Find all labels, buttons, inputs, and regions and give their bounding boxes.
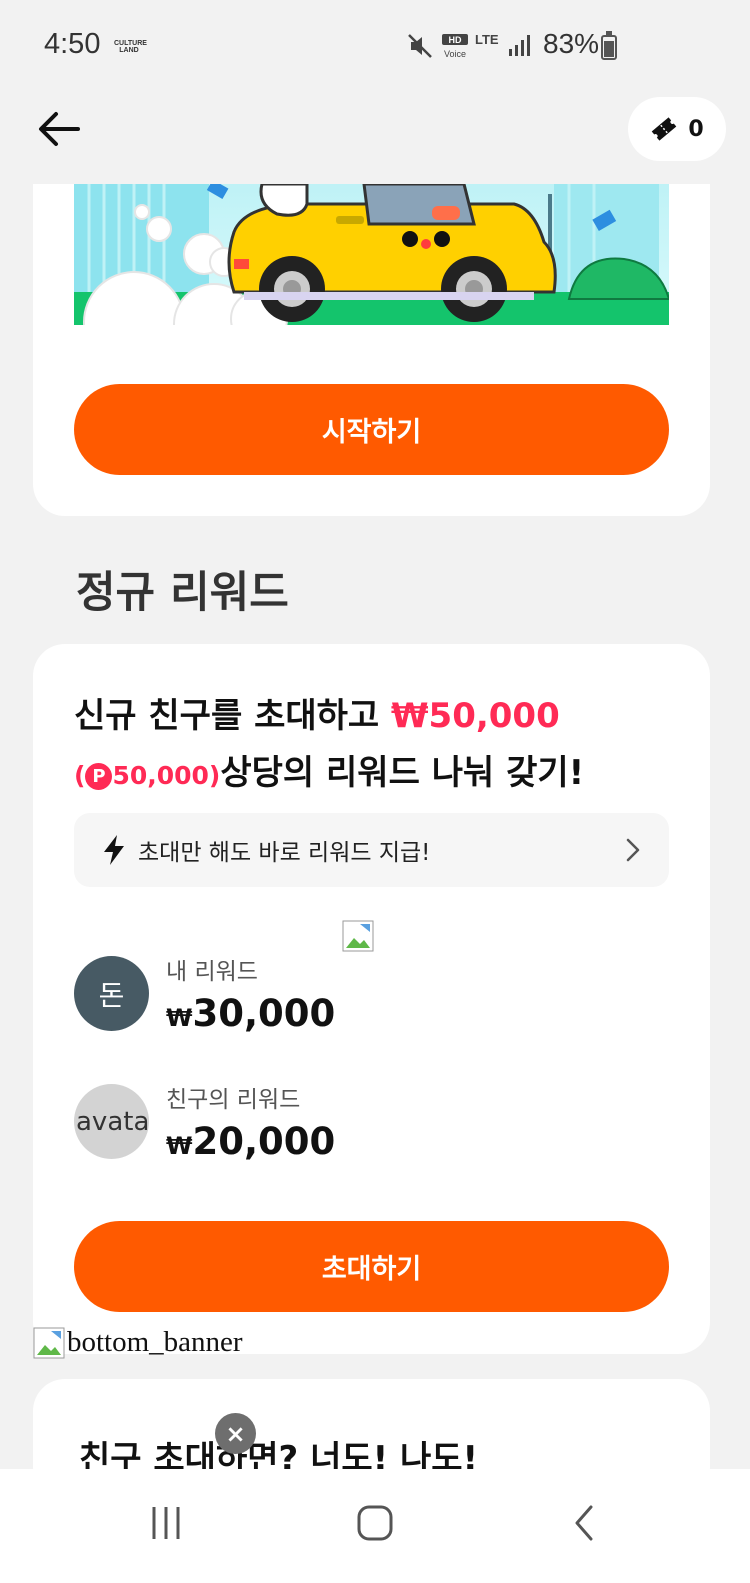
friend-reward-label: 친구의 리워드	[166, 1087, 301, 1113]
friend-reward-amount-group: ₩20,000	[166, 1120, 335, 1163]
point-amount-group: (P 50,000)	[74, 761, 220, 790]
my-currency: ₩	[166, 1004, 193, 1032]
signal-icon	[509, 35, 530, 56]
friend-avatar-alt: avatar	[76, 1106, 149, 1137]
back-button[interactable]	[34, 104, 84, 154]
app-indicator: CULTURE LAND	[114, 40, 147, 54]
my-avatar: 돈	[74, 956, 149, 1031]
invite-button[interactable]: 초대하기	[74, 1221, 669, 1312]
my-reward-label: 내 리워드	[166, 959, 258, 985]
battery-icon	[601, 31, 617, 60]
status-bar: 4:50 CULTURE LAND HD Voice LTE 83%	[0, 0, 750, 92]
headline-suffix: 상당의 리워드 나눠 갖기!	[220, 753, 585, 793]
broken-image-icon	[342, 920, 374, 952]
reward-headline: 신규 친구를 초대하고 ₩50,000 (P 50,000)상당의 리워드 나눠 …	[74, 688, 674, 804]
nav-back-icon	[575, 1505, 593, 1541]
bottom-banner[interactable]: bottom_banner	[33, 1326, 243, 1359]
broken-image-icon	[33, 1327, 65, 1358]
friend-avatar: avatar	[74, 1084, 149, 1159]
nav-home-icon	[357, 1505, 393, 1541]
friend-currency: ₩	[166, 1132, 193, 1160]
info-text: 초대만 해도 바로 리워드 지급!	[138, 840, 431, 866]
back-arrow-icon	[39, 112, 80, 146]
my-reward-amount: 30,000	[192, 992, 336, 1035]
start-button[interactable]: 시작하기	[74, 384, 669, 475]
my-reward-amount-group: ₩30,000	[166, 992, 335, 1035]
bottom-banner-alt: bottom_banner	[67, 1326, 243, 1358]
network-type: LTE	[475, 32, 499, 47]
point-open: (	[74, 761, 86, 790]
chevron-right-icon	[626, 838, 640, 862]
status-time: 4:50	[44, 28, 101, 60]
point-icon: P	[85, 763, 113, 790]
reward-card: 신규 친구를 초대하고 ₩50,000 (P 50,000)상당의 리워드 나눠 …	[33, 644, 710, 1354]
ticket-icon	[652, 117, 677, 141]
system-nav-bar	[0, 1469, 750, 1583]
svg-text:HD: HD	[449, 35, 462, 45]
event-card: 시작하기	[33, 184, 710, 516]
close-banner-button[interactable]: ×	[215, 1413, 256, 1454]
nav-recents-icon	[152, 1507, 180, 1539]
section-title: 정규 리워드	[76, 568, 289, 618]
mute-icon	[408, 34, 432, 58]
point-amount: 50,000)	[112, 761, 221, 790]
instant-reward-info[interactable]: 초대만 해도 바로 리워드 지급!	[74, 813, 669, 887]
ticket-count: 0	[688, 116, 704, 142]
nav-back-button[interactable]	[555, 1499, 615, 1547]
svg-text:Voice: Voice	[444, 49, 466, 59]
friend-reward-row: avatar 친구의 리워드 ₩20,000	[74, 1080, 335, 1163]
headline-prefix: 신규 친구를 초대하고	[74, 696, 392, 736]
hd-voice-icon: HD Voice	[442, 34, 468, 59]
battery-percent: 83%	[543, 28, 600, 59]
my-reward-row: 돈 내 리워드 ₩30,000	[74, 952, 335, 1035]
lightning-icon	[104, 835, 124, 865]
friend-reward-amount: 20,000	[192, 1120, 336, 1163]
headline-amount: ₩50,000	[391, 696, 560, 736]
hero-illustration	[74, 184, 669, 325]
nav-home-button[interactable]	[345, 1499, 405, 1547]
nav-recents-button[interactable]	[136, 1499, 196, 1547]
ticket-count-button[interactable]: 0	[628, 97, 726, 161]
